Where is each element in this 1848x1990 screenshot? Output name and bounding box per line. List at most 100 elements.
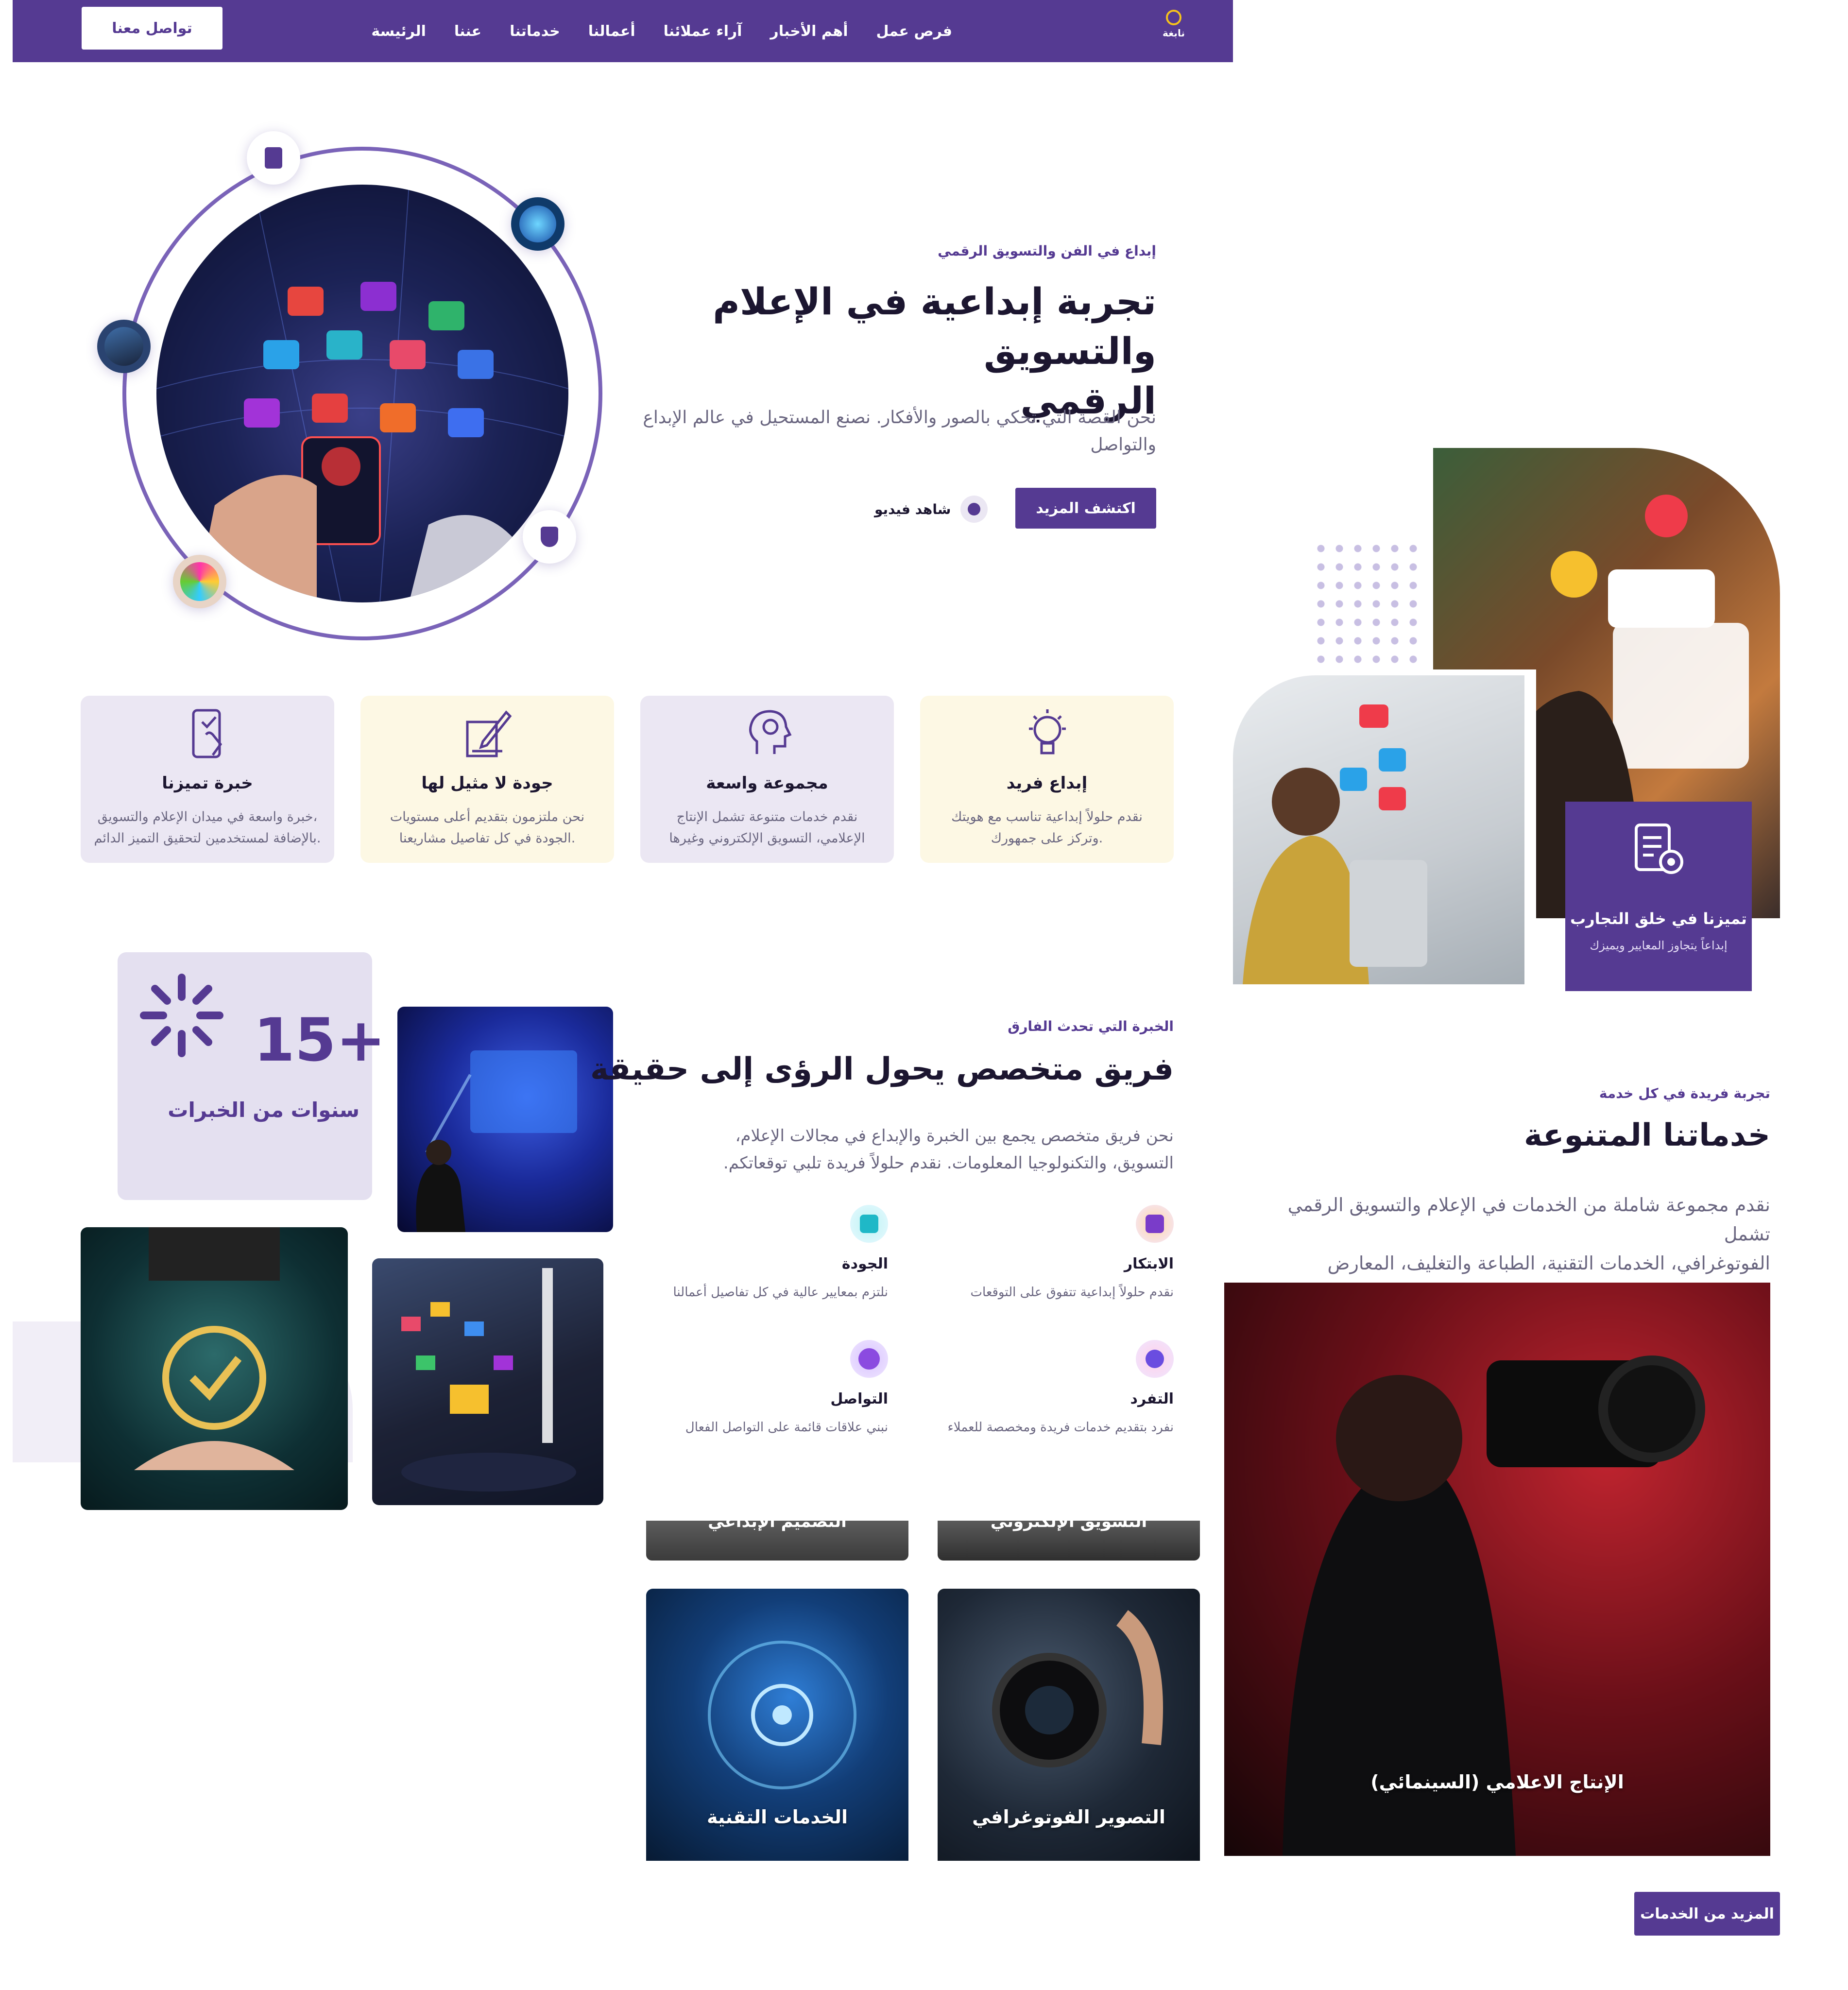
value-communication: التواصل نبني علاقات قائمة على التواصل ال… <box>635 1340 888 1435</box>
feature-title: مجموعة واسعة <box>706 773 828 793</box>
experience-stat-card: 15+ سنوات من الخبرات <box>118 952 386 1200</box>
services-title: خدماتنا المتنوعة <box>1524 1117 1770 1153</box>
feature-title: إبداع فريد <box>1006 773 1088 793</box>
feature-desc-line1: خبرة واسعة في ميدان الإعلام والتسويق، <box>97 809 318 824</box>
hero-description-line2: والتواصل <box>1090 435 1156 455</box>
value-title: التواصل <box>830 1390 888 1407</box>
woman-tablet-image <box>1233 675 1524 984</box>
shield-icon <box>541 527 558 547</box>
feature-desc-line2: بالإضافة لمستخدمين لتحقيق التميز الدائم. <box>94 831 321 846</box>
people-icon <box>104 327 143 366</box>
nav-works[interactable]: أعمالنا <box>588 23 635 40</box>
feature-desc-line2: الجودة في كل تفاصيل مشاريعنا. <box>399 831 576 846</box>
feature-desc-line1: نقدم خدمات متنوعة تشمل الإنتاج <box>676 809 858 824</box>
document-gear-icon <box>1629 821 1688 879</box>
play-icon <box>960 496 988 523</box>
experience-stat-number: 15+ <box>254 1006 386 1075</box>
shield-orbit-badge <box>523 510 576 564</box>
experience-stat-label: سنوات من الخبرات <box>168 1098 359 1122</box>
feature-desc-line2: الإعلامي، التسويق الإلكتروني وغيرها <box>669 831 865 846</box>
service-tile-label: التصميم الإبداعي <box>708 1512 847 1531</box>
service-tile-label: الخدمات التقنية <box>706 1806 848 1828</box>
discover-more-button[interactable]: اكتشف المزيد <box>1015 488 1156 529</box>
value-title: الابتكار <box>1124 1255 1174 1272</box>
value-quality: الجودة نلتزم بمعايير عالية في كل تفاصيل … <box>635 1205 888 1300</box>
service-tile-cinema[interactable]: الإنتاج الاعلامي (السينمائي) <box>1224 1283 1770 1856</box>
value-description: نلتزم بمعايير عالية في كل تفاصيل أعمالنا <box>673 1285 889 1300</box>
about-desc-line2: التسويق، والتكنولوجيا المعلومات. نقدم حل… <box>723 1153 1174 1173</box>
service-tile-label: التصوير الفوتوغرافي <box>972 1806 1165 1828</box>
feature-desc-line2: وتركز على جمهورك. <box>991 831 1103 846</box>
team-orbit-badge <box>97 320 151 373</box>
sparkle-icon <box>138 972 225 1059</box>
uniqueness-icon <box>1136 1340 1174 1378</box>
more-services-button[interactable]: المزيد من الخدمات <box>1634 1892 1780 1936</box>
pen-paper-icon <box>463 707 512 761</box>
experience-badge: تميزنا في خلق التجارب إبداعاً يتجاوز الم… <box>1565 802 1752 991</box>
feature-description: نحن ملتزمون بتقديم أعلى مستويات الجودة ف… <box>370 806 604 849</box>
site-logo[interactable]: نابغة <box>1159 10 1188 39</box>
hero-title: تجربة إبداعية في الإعلام والتسويق الرقمي <box>622 277 1156 426</box>
value-description: نفرد بتقديم خدمات فريدة ومخصصة للعملاء <box>947 1420 1174 1435</box>
service-tile-tech[interactable]: الخدمات التقنية <box>646 1589 908 1861</box>
value-description: نقدم حلولاً إبداعية تتفوق على التوقعات <box>970 1285 1174 1300</box>
main-nav: الرئيسة عننا خدماتنا أعمالنا آراء عملائن… <box>371 0 952 62</box>
service-tile-label: التسويق الإلكتروني <box>990 1512 1147 1531</box>
feature-card-unique: إبداع فريد نقدم حلولاً إبداعية تناسب مع … <box>920 696 1174 863</box>
about-description: نحن فريق متخصص يجمع بين الخبرة والإبداع … <box>639 1122 1174 1177</box>
quality-icon <box>850 1205 888 1243</box>
services-eyebrow: تجربة فريدة في كل خدمة <box>1599 1085 1770 1101</box>
service-tile-photography[interactable]: التصوير الفوتوغرافي <box>938 1589 1200 1861</box>
feature-card-wide-range: مجموعة واسعة نقدم خدمات متنوعة تشمل الإن… <box>640 696 894 863</box>
media-burst-image <box>372 1258 603 1505</box>
head-check-icon <box>743 707 792 761</box>
logo-text: نابغة <box>1163 27 1185 39</box>
top-navbar: نابغة الرئيسة عننا خدماتنا أعمالنا آراء … <box>13 0 1233 62</box>
hero-title-line1: تجربة إبداعية في الإعلام والتسويق <box>713 280 1156 373</box>
services-desc-line1: نقدم مجموعة شاملة من الخدمات في الإعلام … <box>1287 1194 1770 1245</box>
nav-careers[interactable]: فرص عمل <box>876 23 953 40</box>
feature-title: خبرة تميزنا <box>162 773 253 793</box>
service-tile-label: الإنتاج الاعلامي (السينمائي) <box>1370 1771 1624 1793</box>
nav-about[interactable]: عننا <box>454 23 481 40</box>
apps-illustration <box>156 185 568 602</box>
badge-title: تميزنا في خلق التجارب <box>1570 909 1747 928</box>
feature-description: نقدم خدمات متنوعة تشمل الإنتاج الإعلامي،… <box>650 806 884 849</box>
service-tile-design-partial[interactable]: التصميم الإبداعي <box>646 1512 908 1561</box>
about-title: فريق متخصص يحول الرؤى إلى حقيقة <box>590 1051 1174 1087</box>
badge-description: إبداعاً يتجاوز المعايير ويميزك <box>1590 939 1728 952</box>
colorful-icon <box>180 562 219 601</box>
doc-orbit-badge <box>247 131 300 185</box>
logo-icon <box>1166 10 1181 25</box>
innovation-icon <box>1136 1205 1174 1243</box>
feature-desc-line1: نحن ملتزمون بتقديم أعلى مستويات <box>390 809 585 824</box>
about-desc-line1: نحن فريق متخصص يجمع بين الخبرة والإبداع … <box>735 1126 1174 1146</box>
hero-description: نحن القصة التي تحكي بالصور والأفكار. نصن… <box>622 404 1156 459</box>
feature-desc-line1: نقدم حلولاً إبداعية تناسب مع هويتك <box>951 809 1143 824</box>
vr-image <box>397 1007 613 1232</box>
nav-services[interactable]: خدماتنا <box>510 23 560 40</box>
nav-testimonials[interactable]: آراء عملائنا <box>664 23 742 40</box>
hero-image <box>156 185 568 602</box>
service-tile-marketing-partial[interactable]: التسويق الإلكتروني <box>938 1512 1200 1561</box>
watch-video-link[interactable]: شاهد فيديو <box>874 494 991 525</box>
globe-orbit-badge <box>511 197 565 251</box>
communication-icon <box>850 1340 888 1378</box>
nav-news[interactable]: أهم الأخبار <box>770 23 848 40</box>
feature-description: نقدم حلولاً إبداعية تناسب مع هويتك وتركز… <box>930 806 1164 849</box>
businessman-image <box>81 1227 348 1510</box>
feature-card-expertise: خبرة تميزنا خبرة واسعة في ميدان الإعلام … <box>81 696 334 863</box>
value-description: نبني علاقات قائمة على التواصل الفعال <box>685 1420 888 1435</box>
document-icon <box>265 147 282 169</box>
globe-icon <box>519 206 556 242</box>
nav-home[interactable]: الرئيسة <box>371 23 426 40</box>
value-title: الجودة <box>841 1255 888 1272</box>
feature-card-quality: جودة لا مثيل لها نحن ملتزمون بتقديم أعلى… <box>360 696 614 863</box>
value-innovation: الابتكار نقدم حلولاً إبداعية تتفوق على ا… <box>921 1205 1174 1300</box>
contact-button[interactable]: تواصل معنا <box>82 7 222 50</box>
value-title: التفرد <box>1130 1390 1174 1407</box>
dots-pattern <box>1312 539 1419 666</box>
hero-eyebrow: إبداع في الفن والتسويق الرقمي <box>938 243 1156 259</box>
about-eyebrow: الخبرة التي تحدث الفارق <box>1008 1018 1174 1034</box>
feature-description: خبرة واسعة في ميدان الإعلام والتسويق، با… <box>90 806 325 849</box>
